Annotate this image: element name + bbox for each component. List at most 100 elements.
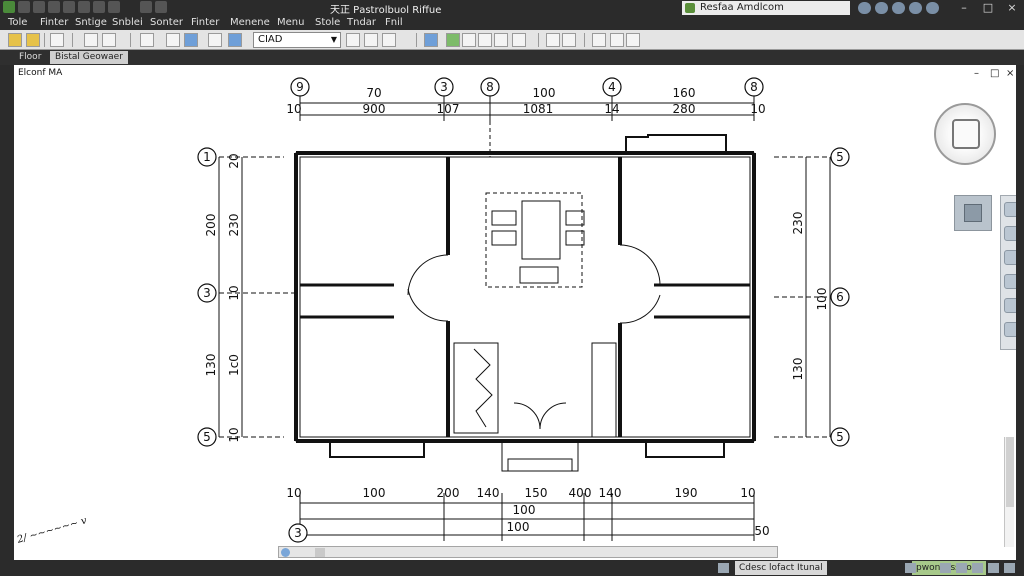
- dimension-text: 140: [477, 486, 500, 500]
- app-logo-icon[interactable]: [3, 1, 15, 13]
- new-file-icon[interactable]: [8, 33, 22, 47]
- pan-tool-icon[interactable]: [1004, 226, 1016, 241]
- dimension-text: 900: [363, 102, 386, 116]
- dimension-text: 70: [366, 86, 381, 100]
- maximize-button[interactable]: □: [976, 0, 1000, 16]
- open-folder-icon[interactable]: [26, 33, 40, 47]
- menu-item-10[interactable]: Tndar: [347, 17, 376, 28]
- chevron-down-icon: ▼: [330, 35, 337, 44]
- wrench-icon[interactable]: [592, 33, 606, 47]
- match-properties-icon[interactable]: [140, 33, 154, 47]
- markup-icon[interactable]: [494, 33, 508, 47]
- layer-state-icon[interactable]: [364, 33, 378, 47]
- layer-properties-icon[interactable]: [382, 33, 396, 47]
- quick-access-undo-icon[interactable]: [78, 1, 90, 13]
- user-icon[interactable]: [875, 2, 888, 14]
- dimension-text: 1081: [523, 102, 554, 116]
- viewcube-icon[interactable]: [954, 195, 992, 231]
- horizontal-scrollbar[interactable]: [278, 546, 778, 558]
- zoom-extents-icon[interactable]: [1004, 250, 1016, 265]
- search-text: Resfaa Amdlcom: [700, 2, 784, 13]
- exchange-icon[interactable]: [892, 2, 905, 14]
- workspace-icon[interactable]: [940, 563, 951, 573]
- extra-tool-icon[interactable]: [626, 33, 640, 47]
- design-center-icon[interactable]: [446, 33, 460, 47]
- redo-icon[interactable]: [184, 33, 198, 47]
- lock-icon[interactable]: [956, 563, 967, 573]
- quick-access-save-icon[interactable]: [48, 1, 60, 13]
- workspace-select[interactable]: CIAD ▼: [253, 32, 341, 48]
- model-space-icon[interactable]: [718, 563, 729, 573]
- properties-icon[interactable]: [424, 33, 438, 47]
- color-icon[interactable]: [610, 33, 624, 47]
- annotation-icon[interactable]: [905, 563, 916, 573]
- compass-icon[interactable]: [934, 103, 996, 165]
- quick-access-extra2-icon[interactable]: [155, 1, 167, 13]
- quick-access-print-icon[interactable]: [63, 1, 75, 13]
- grid-icon[interactable]: [562, 33, 576, 47]
- full-navigation-wheel-icon[interactable]: [1004, 202, 1016, 217]
- vertical-scroll-thumb[interactable]: [1006, 437, 1014, 507]
- quick-access-redo-icon[interactable]: [93, 1, 105, 13]
- minimize-button[interactable]: –: [952, 0, 976, 16]
- tab-floor[interactable]: Floor: [14, 51, 46, 64]
- menu-item-2[interactable]: Finter: [40, 17, 68, 28]
- quick-access-dropdown-icon[interactable]: [108, 1, 120, 13]
- window-title: 天正 Раstrоlbuol Riffue: [330, 5, 442, 16]
- dimension-text: 107: [437, 102, 460, 116]
- hardware-acceleration-icon[interactable]: [988, 563, 999, 573]
- tab-bistal-geowaer[interactable]: Bistal Geowaer: [50, 51, 128, 64]
- grid-bubble-label: 4: [608, 80, 616, 94]
- vertical-scrollbar[interactable]: [1004, 437, 1014, 547]
- table-icon[interactable]: [546, 33, 560, 47]
- dimension-text: 10: [286, 486, 301, 500]
- menu-item-9[interactable]: Stole: [315, 17, 340, 28]
- text-icon[interactable]: [512, 33, 526, 47]
- steering-wheel-icon[interactable]: [1004, 322, 1016, 337]
- quick-access-new-icon[interactable]: [18, 1, 30, 13]
- menu-item-1[interactable]: Tole: [8, 17, 27, 28]
- menu-item-4[interactable]: Snblei: [112, 17, 143, 28]
- menu-item-11[interactable]: Fnil: [385, 17, 403, 28]
- zoom-icon[interactable]: [228, 33, 242, 47]
- viewcube-face[interactable]: [964, 204, 982, 222]
- dimension-text: 230: [791, 212, 805, 235]
- layer-icon[interactable]: [346, 33, 360, 47]
- dimension-text: 100: [533, 86, 556, 100]
- print-icon[interactable]: [84, 33, 98, 47]
- scroll-start-icon[interactable]: [281, 548, 290, 557]
- tool-palette-icon[interactable]: [462, 33, 476, 47]
- grid-bubble-label: 5: [836, 150, 844, 164]
- right-edge-panel: [1016, 65, 1024, 560]
- quick-access-open-icon[interactable]: [33, 1, 45, 13]
- dimension-text: 400: [569, 486, 592, 500]
- help-icon[interactable]: [909, 2, 922, 14]
- plot-icon[interactable]: [102, 33, 116, 47]
- status-bar: Cdesc lofact Itunal pwonsass rosn: [0, 560, 1024, 576]
- navigation-bar: [1000, 195, 1016, 350]
- north-arrow-icon: [952, 119, 980, 149]
- orbit-icon[interactable]: [1004, 274, 1016, 289]
- pan-icon[interactable]: [208, 33, 222, 47]
- menu-bar: Tole Finter Sntige Snblei Sonter Finter …: [0, 16, 1024, 30]
- dimension-text: 200: [437, 486, 460, 500]
- menu-item-5[interactable]: Sonter: [150, 17, 183, 28]
- menu-item-8[interactable]: Menu: [277, 17, 304, 28]
- close-button[interactable]: ×: [1000, 0, 1024, 16]
- settings-icon[interactable]: [926, 2, 939, 14]
- menu-item-6[interactable]: Finter: [191, 17, 219, 28]
- undo-icon[interactable]: [166, 33, 180, 47]
- scroll-thumb[interactable]: [315, 548, 325, 557]
- customize-icon[interactable]: [1004, 563, 1015, 573]
- quick-access-extra-icon[interactable]: [140, 1, 152, 13]
- showmotion-icon[interactable]: [1004, 298, 1016, 313]
- isolate-icon[interactable]: [972, 563, 983, 573]
- menu-item-7[interactable]: Menene: [230, 17, 270, 28]
- save-icon[interactable]: [50, 33, 64, 47]
- sheet-set-icon[interactable]: [478, 33, 492, 47]
- search-input[interactable]: Resfaa Amdlcom: [682, 1, 850, 15]
- drawing-canvas[interactable]: Elconf MA – □ × 9 3 8 4 8 1 3 5 5 6 5 3 …: [14, 65, 1016, 560]
- dimension-text: 160: [673, 86, 696, 100]
- menu-item-3[interactable]: Sntige: [75, 17, 107, 28]
- help-search-icon[interactable]: [858, 2, 871, 14]
